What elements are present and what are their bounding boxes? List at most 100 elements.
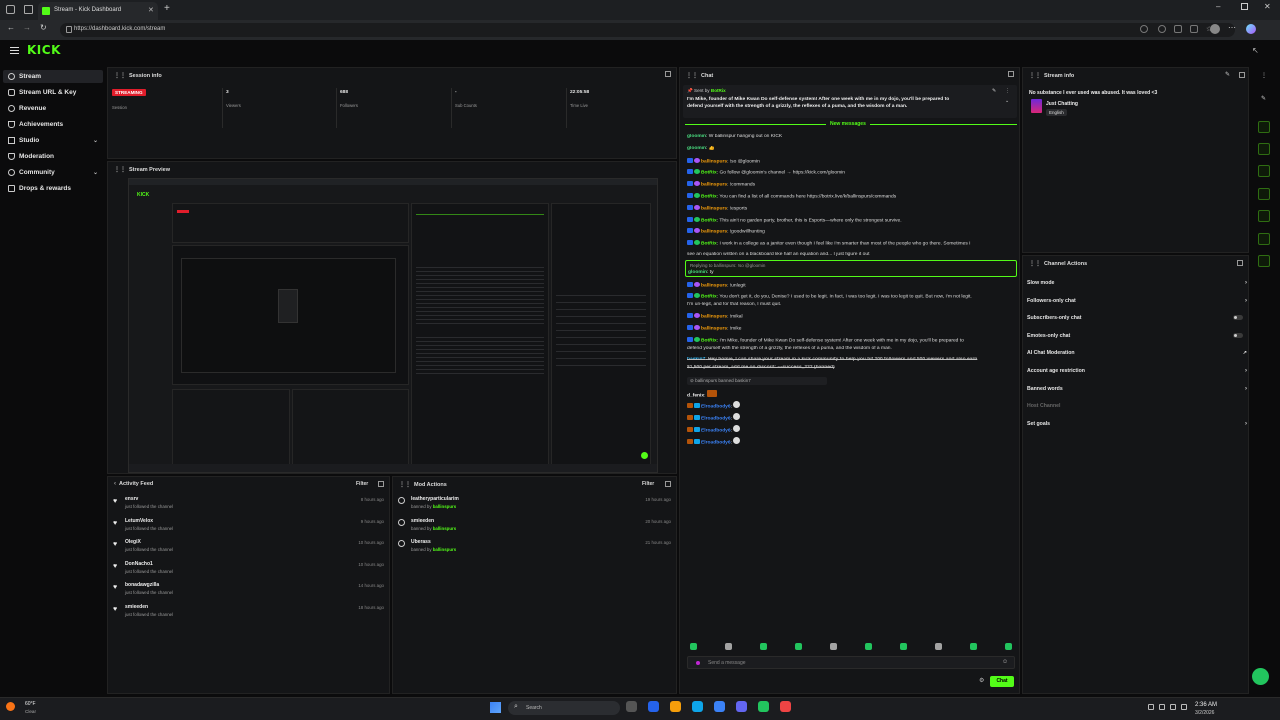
drag-handle-icon[interactable]: ⋮⋮	[114, 166, 126, 173]
activity-username[interactable]: ensrv	[125, 496, 138, 502]
sidebar-item-studio[interactable]: Studio ⌄	[8, 134, 100, 147]
popout-icon[interactable]	[1237, 260, 1243, 266]
task-view-icon[interactable]	[626, 701, 637, 712]
rail-button-2[interactable]	[1258, 143, 1270, 155]
activity-username[interactable]: LetumVelox	[125, 518, 153, 524]
activity-item[interactable]: ♥ DonNacho1 just followed the channel 10 ho…	[111, 559, 386, 577]
chat-username[interactable]: BotRix	[701, 171, 717, 176]
channel-action-emotes-only-chat[interactable]: Emotes-only chat	[1027, 330, 1247, 342]
quick-emote-icon[interactable]	[795, 643, 802, 650]
minimize-icon[interactable]: –	[1216, 2, 1220, 11]
send-chat-button[interactable]: Chat	[990, 676, 1014, 687]
extension-icon[interactable]	[1158, 25, 1166, 33]
activity-item[interactable]: ♥ bonadawgzilla just followed the channel 1…	[111, 580, 386, 598]
quick-emote-icon[interactable]	[760, 643, 767, 650]
chat-username[interactable]: baskin7	[687, 357, 705, 362]
chat-username[interactable]: ballinspurs	[701, 327, 727, 332]
sidebar-item-revenue[interactable]: Revenue	[8, 102, 100, 115]
chat-username[interactable]: BotRix	[701, 242, 717, 247]
sidebar-item-achievements[interactable]: Achievements	[8, 118, 100, 131]
edit-pencil-icon[interactable]: ✎	[1261, 95, 1266, 102]
popout-icon[interactable]	[378, 481, 384, 487]
url-field[interactable]: https://dashboard.kick.com/stream ☆	[60, 23, 1235, 37]
chat-username[interactable]: BotRix	[701, 295, 717, 300]
external-link-icon[interactable]: ↗	[1243, 350, 1247, 356]
stream-preview-video[interactable]: KICK	[128, 178, 658, 473]
activity-item[interactable]: ♥ smieeden just followed the channel 18 hou…	[111, 602, 386, 620]
chat-username[interactable]: Elroadbody6	[701, 417, 731, 422]
activity-filter-button[interactable]: Filter	[356, 481, 368, 487]
chat-username[interactable]: BotRix	[701, 339, 717, 344]
maximize-icon[interactable]	[1241, 3, 1248, 10]
popout-icon[interactable]	[1008, 71, 1014, 77]
activity-username[interactable]: DonNacho1	[125, 561, 153, 567]
store-icon[interactable]	[648, 701, 659, 712]
kick-logo[interactable]: KICK	[27, 43, 61, 57]
file-explorer-icon[interactable]	[670, 701, 681, 712]
channel-action-slow-mode[interactable]: Slow mode ›	[1027, 277, 1247, 289]
more-icon[interactable]: ⋮	[1005, 88, 1010, 94]
quick-emote-icon[interactable]	[865, 643, 872, 650]
quick-emote-icon[interactable]	[1005, 643, 1012, 650]
rail-button-3[interactable]	[1258, 165, 1270, 177]
chat-username[interactable]: BotRix	[701, 218, 717, 223]
mod-target-user[interactable]: Uberass	[411, 539, 431, 545]
mod-action-item[interactable]: smieeden banned by ballinspurs 20 hours ag…	[396, 516, 673, 534]
chat-input[interactable]: Send a message ☺	[687, 656, 1015, 669]
drag-handle-icon[interactable]: ⋮⋮	[1029, 260, 1041, 267]
emoji-picker-icon[interactable]: ☺	[1002, 659, 1008, 665]
profile-icon[interactable]	[6, 5, 15, 14]
close-tab-icon[interactable]: ✕	[148, 6, 154, 14]
extension-icon[interactable]	[1174, 25, 1182, 33]
tray-icon[interactable]	[1181, 704, 1187, 710]
rail-button-6[interactable]	[1258, 233, 1270, 245]
extension-icon[interactable]	[1140, 25, 1148, 33]
menu-dots-icon[interactable]: ⋯	[1228, 23, 1236, 32]
channel-action-followers-only-chat[interactable]: Followers-only chat ›	[1027, 295, 1247, 307]
weather-temp[interactable]: 60°F	[25, 701, 36, 707]
drag-handle-icon[interactable]: ⋮⋮	[1029, 72, 1041, 79]
drag-handle-icon[interactable]: ⋮⋮	[399, 481, 411, 488]
drag-handle-icon[interactable]: ⋮⋮	[114, 72, 126, 79]
quick-emote-icon[interactable]	[970, 643, 977, 650]
edit-pencil-icon[interactable]: ✎	[1225, 71, 1230, 78]
mod-action-item[interactable]: leatheryparticularim banned by ballinspur…	[396, 494, 673, 512]
hamburger-menu-icon[interactable]	[10, 47, 19, 49]
tray-icon[interactable]	[1148, 704, 1154, 710]
reply-user[interactable]: gloomin	[688, 270, 707, 275]
chat-username[interactable]: ballinspurs	[701, 284, 727, 289]
quick-emote-icon[interactable]	[900, 643, 907, 650]
teams-icon[interactable]	[714, 701, 725, 712]
channel-action-ai-chat-moderation[interactable]: AI Chat Moderation ↗	[1027, 347, 1247, 359]
copilot-icon[interactable]	[1246, 24, 1256, 34]
chat-username[interactable]: Elroadbody6	[701, 441, 731, 446]
chat-username[interactable]: gloomin	[687, 134, 706, 139]
help-chat-icon[interactable]	[1252, 668, 1269, 685]
channel-action-banned-words[interactable]: Banned words ›	[1027, 383, 1247, 395]
activity-username[interactable]: smieeden	[125, 604, 148, 610]
sidebar-item-community[interactable]: Community ⌄	[8, 166, 100, 179]
rail-button-4[interactable]	[1258, 188, 1270, 200]
back-icon[interactable]: ←	[7, 23, 15, 32]
taskbar-search[interactable]: ⌕ Search	[508, 701, 620, 715]
mod-actor[interactable]: ballinspurs	[433, 526, 456, 531]
workspaces-icon[interactable]	[24, 5, 33, 14]
channel-action-account-age-restriction[interactable]: Account age restriction ›	[1027, 365, 1247, 377]
popout-icon[interactable]	[1239, 72, 1245, 78]
rail-button-5[interactable]	[1258, 210, 1270, 222]
mod-actor[interactable]: ballinspurs	[433, 504, 456, 509]
edge-icon[interactable]	[692, 701, 703, 712]
activity-item[interactable]: ♥ OlegiX just followed the channel 10 hours…	[111, 537, 386, 555]
mod-target-user[interactable]: leatheryparticularim	[411, 496, 459, 502]
settings-gear-icon[interactable]: ⚙	[979, 677, 984, 684]
quick-emote-icon[interactable]	[725, 643, 732, 650]
quick-emote-icon[interactable]	[830, 643, 837, 650]
sidebar-item-stream[interactable]: Stream	[8, 70, 100, 83]
quick-emote-icon[interactable]	[935, 643, 942, 650]
chat-username[interactable]: Elroadbody6	[701, 429, 731, 434]
chat-username[interactable]: ballinspurs	[701, 230, 727, 235]
quick-emote-icon[interactable]	[690, 643, 697, 650]
mod-action-item[interactable]: Uberass banned by ballinspurs 21 hours ago	[396, 537, 673, 555]
chat-username[interactable]: gloomin	[687, 146, 706, 151]
site-info-icon[interactable]	[66, 26, 72, 33]
